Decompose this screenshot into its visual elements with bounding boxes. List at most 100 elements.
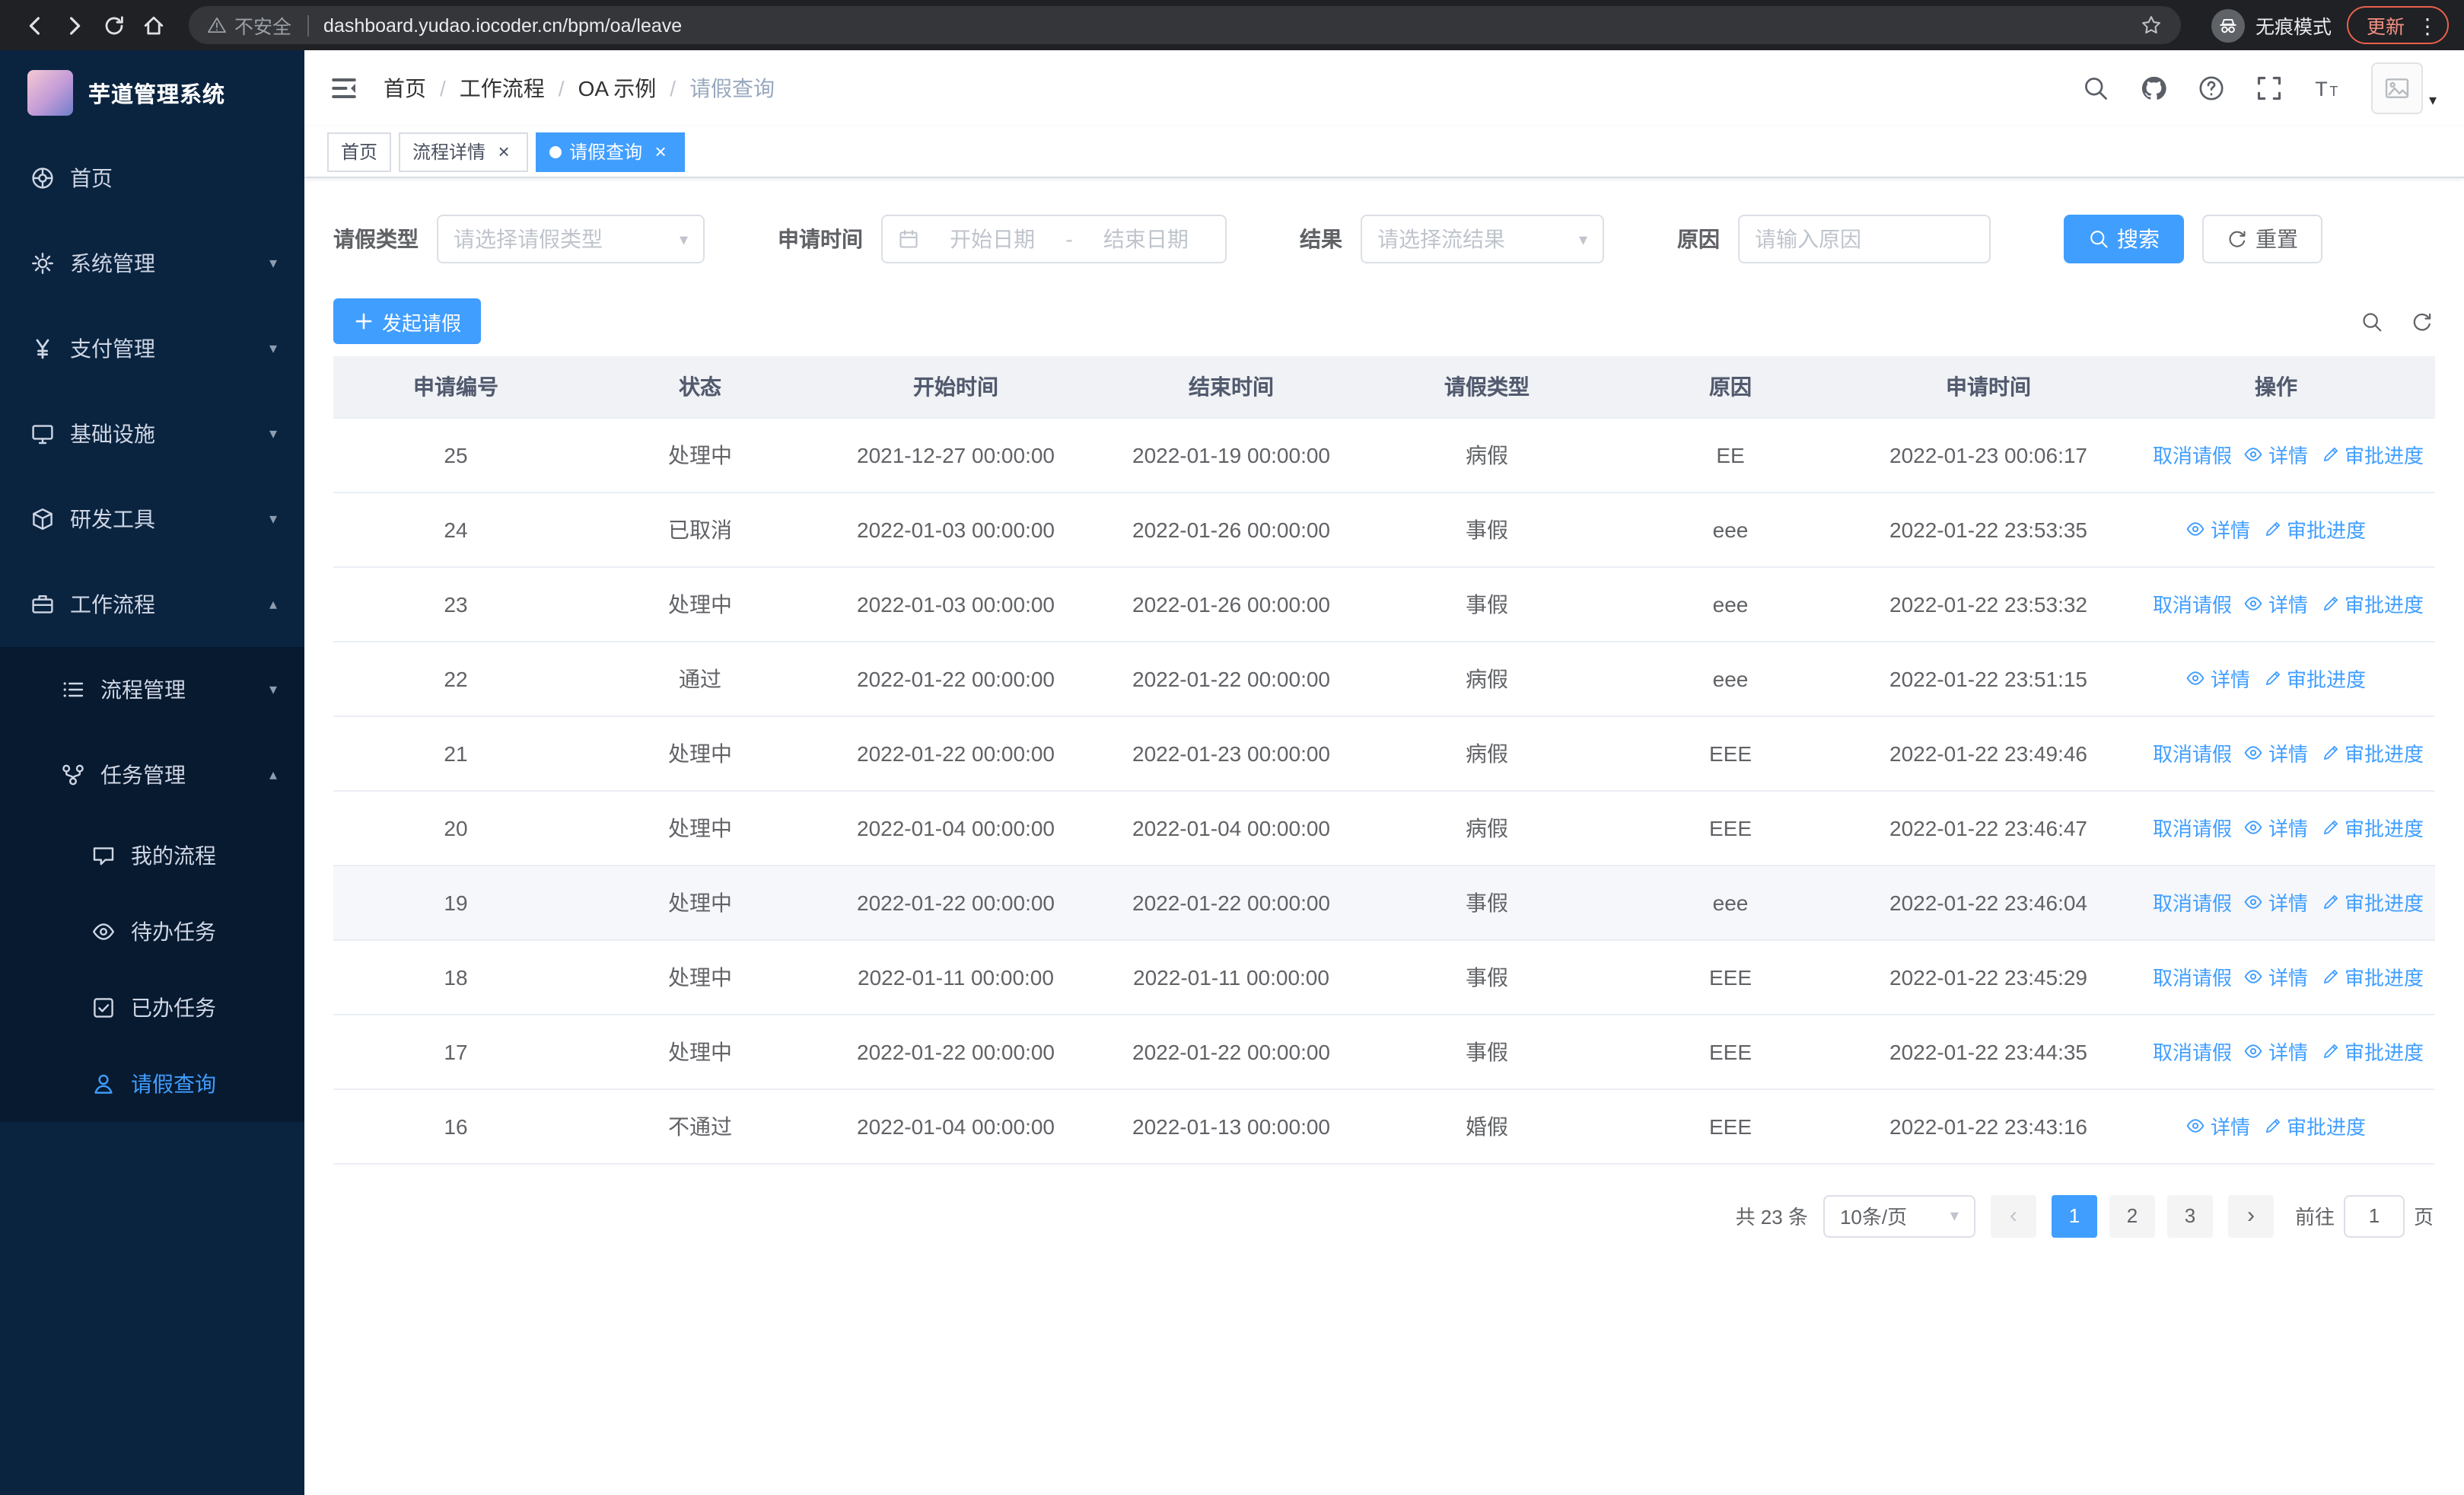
tab-process-detail[interactable]: 流程详情 × xyxy=(399,132,529,171)
close-icon[interactable]: × xyxy=(650,141,671,162)
chevron-down-icon: ▾ xyxy=(1578,231,1587,249)
filter-apply-time: 申请时间 开始日期 - 结束日期 xyxy=(778,215,1227,263)
sidebar-item-infrastructure[interactable]: 基础设施 ▾ xyxy=(0,391,304,477)
action-approval-progress[interactable]: 审批进度 xyxy=(2320,813,2424,842)
apply-time-range-picker[interactable]: 开始日期 - 结束日期 xyxy=(881,215,1227,263)
user-avatar[interactable]: ▾ xyxy=(2370,62,2437,114)
forward-icon[interactable] xyxy=(55,5,94,45)
sidebar-item-todo-tasks[interactable]: 待办任务 xyxy=(0,894,304,970)
action-detail[interactable]: 详情 xyxy=(2244,738,2308,767)
cell-actions: 取消请假 详情 审批进度 xyxy=(2117,1014,2435,1089)
cell-reason: EEE xyxy=(1601,790,1860,865)
menu-dots-icon[interactable]: ⋮ xyxy=(2417,14,2438,36)
sidebar-item-process-manage[interactable]: 流程管理 ▾ xyxy=(0,647,304,732)
action-approval-progress[interactable]: 审批进度 xyxy=(2320,1037,2424,1066)
close-icon[interactable]: × xyxy=(493,141,514,162)
page-button-3[interactable]: 3 xyxy=(2166,1194,2213,1237)
action-cancel-leave[interactable]: 取消请假 xyxy=(2128,738,2232,767)
page-button-1[interactable]: 1 xyxy=(2051,1194,2097,1237)
action-cancel-leave[interactable]: 取消请假 xyxy=(2128,813,2232,842)
search-icon[interactable] xyxy=(2082,75,2109,102)
update-button[interactable]: 更新 ⋮ xyxy=(2346,6,2449,44)
fullscreen-icon[interactable] xyxy=(2255,75,2283,102)
sidebar-item-task-manage[interactable]: 任务管理 ▴ xyxy=(0,732,304,818)
action-approval-progress[interactable]: 审批进度 xyxy=(2320,962,2424,991)
reason-input[interactable]: 请输入原因 xyxy=(1738,215,1991,263)
address-bar[interactable]: 不安全 dashboard.yudao.iocoder.cn/bpm/oa/le… xyxy=(189,6,2181,44)
date-end-placeholder: 结束日期 xyxy=(1103,227,1189,251)
action-approval-progress[interactable]: 审批进度 xyxy=(2262,664,2366,693)
action-approval-progress[interactable]: 审批进度 xyxy=(2320,589,2424,618)
table-refresh-icon[interactable] xyxy=(2411,310,2434,333)
help-icon[interactable] xyxy=(2198,75,2225,102)
sidebar-item-my-process[interactable]: 我的流程 xyxy=(0,818,304,894)
cell-reason: eee xyxy=(1601,641,1860,716)
reload-icon[interactable] xyxy=(94,5,134,45)
cell-end-time: 2022-01-23 00:00:00 xyxy=(1090,716,1373,791)
sidebar-item-payment-manage[interactable]: 支付管理 ▾ xyxy=(0,306,304,391)
tab-leave-query[interactable]: 请假查询 × xyxy=(536,132,686,171)
cell-end-time: 2022-01-22 00:00:00 xyxy=(1090,865,1373,940)
github-icon[interactable] xyxy=(2140,75,2167,102)
plus-icon xyxy=(353,311,374,332)
action-approval-progress[interactable]: 审批进度 xyxy=(2262,1111,2366,1140)
sidebar-menu: 首页 系统管理 ▾ 支付管理 ▾ 基础设施 ▾ 研发工具 ▾ 工作流程 ▴ 流程… xyxy=(0,135,304,1495)
sidebar-item-label: 请假查询 xyxy=(131,1072,216,1096)
reset-button[interactable]: 重置 xyxy=(2202,215,2322,263)
next-page-button[interactable]: › xyxy=(2227,1194,2274,1237)
navbar-right: TT ▾ xyxy=(2082,62,2437,114)
security-indicator[interactable]: 不安全 xyxy=(207,11,291,40)
toggle-search-icon[interactable] xyxy=(2361,310,2383,333)
action-approval-progress[interactable]: 审批进度 xyxy=(2320,440,2424,469)
action-cancel-leave[interactable]: 取消请假 xyxy=(2128,888,2232,916)
sidebar-item-home[interactable]: 首页 xyxy=(0,135,304,221)
prev-page-button[interactable]: ‹ xyxy=(1990,1194,2036,1237)
cell-start-time: 2021-12-27 00:00:00 xyxy=(822,417,1090,492)
search-button[interactable]: 搜索 xyxy=(2064,215,2184,263)
leave-type-placeholder: 请选择请假类型 xyxy=(454,227,603,251)
page-size-value: 10条/页 xyxy=(1839,1206,1908,1229)
action-detail[interactable]: 详情 xyxy=(2244,888,2308,916)
bookmark-star-icon[interactable] xyxy=(2140,14,2163,37)
action-detail[interactable]: 详情 xyxy=(2244,440,2308,469)
tab-home[interactable]: 首页 xyxy=(327,132,392,171)
action-detail[interactable]: 详情 xyxy=(2244,962,2308,991)
sidebar-item-dev-tools[interactable]: 研发工具 ▾ xyxy=(0,477,304,562)
action-detail[interactable]: 详情 xyxy=(2244,1037,2308,1066)
sidebar-item-done-tasks[interactable]: 已办任务 xyxy=(0,970,304,1046)
action-cancel-leave[interactable]: 取消请假 xyxy=(2128,1037,2232,1066)
goto-page-input[interactable] xyxy=(2343,1194,2405,1237)
leave-type-select[interactable]: 请选择请假类型 ▾ xyxy=(437,215,705,263)
table-row: 22 通过 2022-01-22 00:00:00 2022-01-22 00:… xyxy=(333,641,2435,716)
breadcrumb-item[interactable]: OA 示例 xyxy=(578,73,657,104)
action-detail[interactable]: 详情 xyxy=(2186,1111,2250,1140)
dashboard-icon xyxy=(30,166,55,190)
back-icon[interactable] xyxy=(15,5,55,45)
action-cancel-leave[interactable]: 取消请假 xyxy=(2128,589,2232,618)
result-select[interactable]: 请选择流结果 ▾ xyxy=(1361,215,1604,263)
action-approval-progress[interactable]: 审批进度 xyxy=(2320,888,2424,916)
breadcrumb-item[interactable]: 工作流程 xyxy=(460,73,545,104)
action-label: 审批进度 xyxy=(2287,668,2367,691)
page-button-2[interactable]: 2 xyxy=(2109,1194,2155,1237)
hamburger-icon[interactable] xyxy=(329,73,359,104)
breadcrumb-item[interactable]: 首页 xyxy=(384,73,426,104)
action-approval-progress[interactable]: 审批进度 xyxy=(2262,515,2366,543)
action-detail[interactable]: 详情 xyxy=(2186,664,2250,693)
page-size-select[interactable]: 10条/页 ▾ xyxy=(1823,1194,1975,1237)
font-size-icon[interactable]: TT xyxy=(2313,75,2341,102)
yen-icon xyxy=(30,336,55,361)
action-detail[interactable]: 详情 xyxy=(2244,813,2308,842)
action-cancel-leave[interactable]: 取消请假 xyxy=(2128,440,2232,469)
home-icon[interactable] xyxy=(134,5,173,45)
sidebar-item-workflow[interactable]: 工作流程 ▴ xyxy=(0,562,304,647)
sidebar-item-leave-query[interactable]: 请假查询 xyxy=(0,1046,304,1122)
cell-leave-type: 事假 xyxy=(1373,865,1601,940)
warning-icon xyxy=(207,15,227,35)
action-detail[interactable]: 详情 xyxy=(2186,515,2250,543)
action-approval-progress[interactable]: 审批进度 xyxy=(2320,738,2424,767)
action-detail[interactable]: 详情 xyxy=(2244,589,2308,618)
action-cancel-leave[interactable]: 取消请假 xyxy=(2128,962,2232,991)
sidebar-item-system-manage[interactable]: 系统管理 ▾ xyxy=(0,221,304,306)
create-leave-button[interactable]: 发起请假 xyxy=(333,298,482,344)
